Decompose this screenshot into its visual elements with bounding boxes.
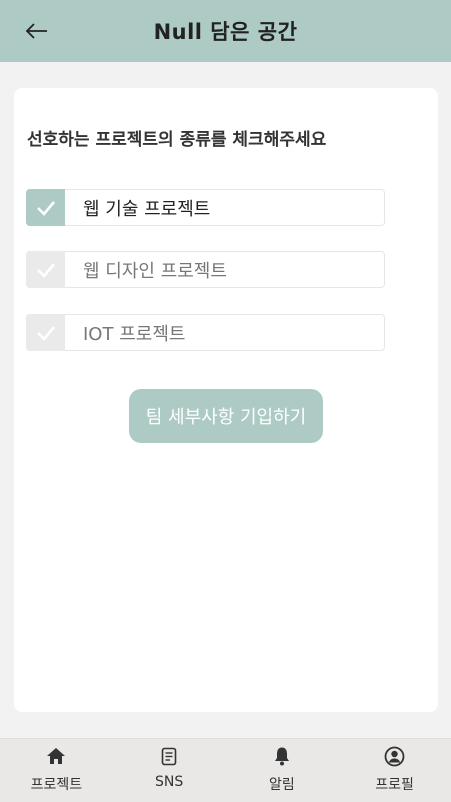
nav-label: 프로필 <box>375 777 414 793</box>
checkbox-iot[interactable] <box>26 314 65 351</box>
option-web-tech[interactable]: 웹 기술 프로젝트 <box>26 189 385 226</box>
option-label: IOT 프로젝트 <box>83 323 186 345</box>
option-label: 웹 기술 프로젝트 <box>83 198 211 220</box>
arrow-left-icon <box>25 23 47 39</box>
nav-label: 알림 <box>268 777 295 793</box>
check-icon <box>36 325 55 341</box>
nav-item-project[interactable]: 프로젝트 <box>0 739 113 802</box>
nav-item-profile[interactable]: 프로필 <box>338 739 451 802</box>
check-icon <box>36 262 55 278</box>
checkbox-web-design[interactable] <box>26 251 65 288</box>
option-web-design[interactable]: 웹 디자인 프로젝트 <box>26 251 385 288</box>
nav-item-sns[interactable]: SNS <box>113 739 226 802</box>
nav-label: 프로젝트 <box>30 777 83 793</box>
app-screen: Null 담은 공간 선호하는 프로젝트의 종류를 체크해주세요 웹 기술 프로… <box>0 0 451 802</box>
option-iot[interactable]: IOT 프로젝트 <box>26 314 385 351</box>
nav-label: SNS <box>155 774 184 790</box>
back-button[interactable] <box>22 16 52 46</box>
user-circle-icon <box>384 745 406 767</box>
bell-icon <box>271 745 293 767</box>
document-icon <box>158 745 180 767</box>
question-text: 선호하는 프로젝트의 종류를 체크해주세요 <box>27 130 327 150</box>
bottom-nav: 프로젝트 SNS 알림 프로필 <box>0 738 451 802</box>
check-icon <box>36 200 55 216</box>
submit-team-details-button[interactable]: 팀 세부사항 기입하기 <box>129 389 323 443</box>
checkbox-web-tech[interactable] <box>26 189 65 226</box>
top-header: Null 담은 공간 <box>0 0 451 62</box>
content-card: 선호하는 프로젝트의 종류를 체크해주세요 웹 기술 프로젝트 웹 디자인 프로… <box>14 88 438 712</box>
page-title: Null 담은 공간 <box>153 20 298 44</box>
nav-item-notifications[interactable]: 알림 <box>226 739 339 802</box>
option-label: 웹 디자인 프로젝트 <box>83 260 227 282</box>
home-icon <box>45 745 67 767</box>
